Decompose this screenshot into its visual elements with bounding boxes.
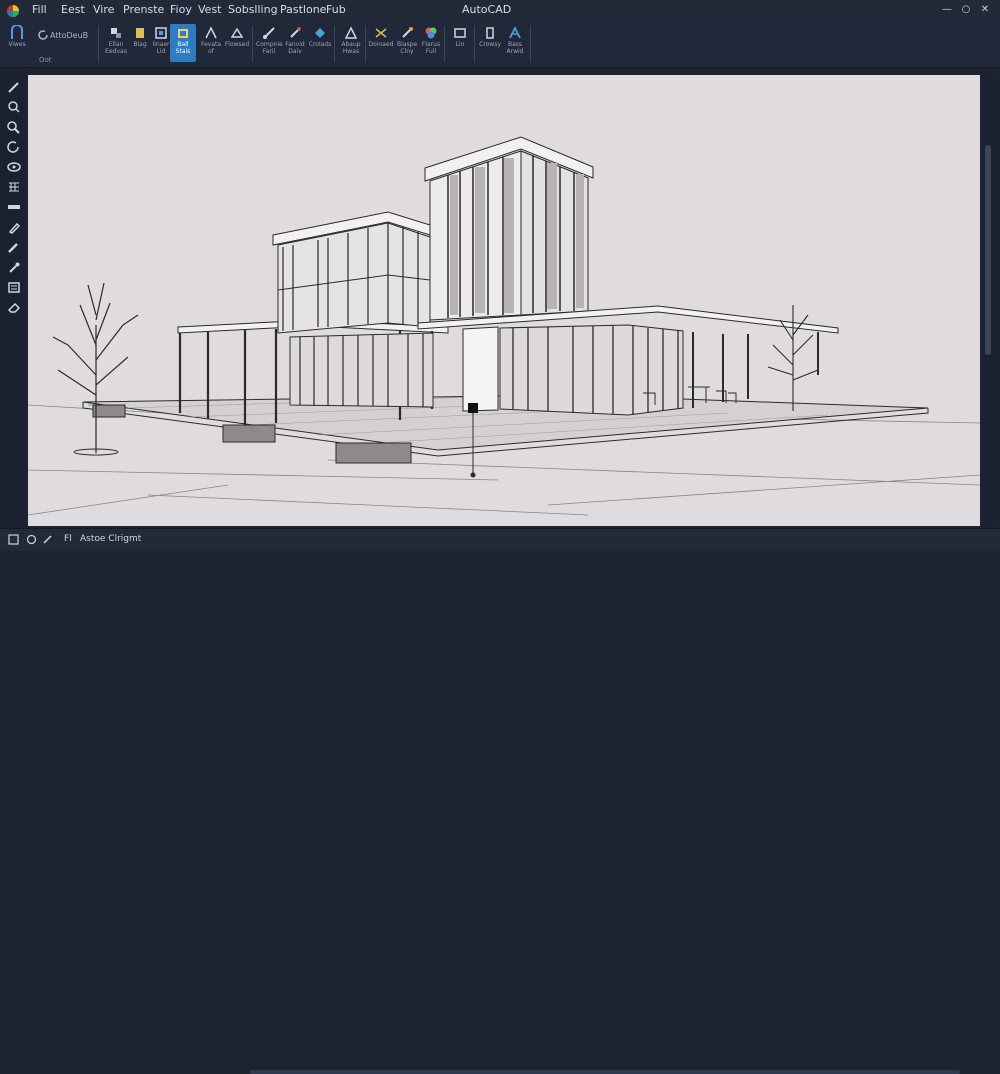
tool-label: Compnie Faril: [256, 41, 283, 55]
ribbon-separator: [474, 26, 475, 62]
menu-item[interactable]: Fioy: [170, 3, 192, 16]
download-icon: [375, 28, 387, 38]
brush-icon[interactable]: [6, 240, 22, 254]
window-title: AutoCAD: [462, 3, 512, 16]
color-fill-icon: [425, 27, 437, 39]
status-label: Astoe Clrigmt: [80, 534, 142, 544]
block-icon: [136, 28, 144, 38]
tool-label: Blaspe Clny: [396, 41, 418, 55]
rotate-icon[interactable]: [6, 140, 22, 154]
ribbon-tool[interactable]: Bass Arwid: [502, 24, 528, 62]
menu-item[interactable]: Sobslling: [228, 3, 278, 16]
eraser-icon[interactable]: [6, 300, 22, 314]
ribbon-separator: [444, 26, 445, 62]
compile-icon: [263, 27, 275, 39]
crossroads-icon: [315, 28, 325, 38]
ribbon-tool[interactable]: Doinaed: [368, 24, 394, 62]
menu-item[interactable]: Pastlone: [280, 3, 326, 16]
menu-bar: Fill Eest Vire Prenste Fioy Vest Sobslli…: [0, 0, 1000, 22]
ribbon-group-label: Oot: [39, 56, 52, 64]
status-bar: Fl Astoe Clrigmt: [0, 528, 1000, 1074]
grid-toggle-icon[interactable]: [8, 534, 19, 545]
close-button[interactable]: ✕: [976, 2, 994, 18]
scrollbar-thumb[interactable]: [985, 145, 991, 355]
tool-label: Fanvid Daiv: [285, 41, 305, 55]
tool-label: Doinaed: [368, 41, 394, 48]
tool-label: Viwes: [8, 41, 26, 48]
shape-icon: [344, 26, 358, 39]
tool-label: Lin: [455, 41, 465, 48]
angle-icon: [205, 26, 217, 39]
menu-item[interactable]: Eest: [61, 3, 85, 16]
ribbon-toolbar: Viwes AttoDeuB Oot Ellan Eedvas Blag Iin…: [0, 22, 1000, 68]
tool-label: Bass Arwid: [506, 41, 524, 55]
building-perspective-drawing: [28, 136, 980, 516]
ribbon-separator: [530, 26, 531, 62]
ortho-icon[interactable]: [42, 534, 53, 545]
restore-button[interactable]: ○: [957, 2, 975, 18]
base-arrow-icon: [509, 25, 521, 39]
views-icon: [11, 25, 23, 39]
ribbon-tool[interactable]: Lin: [447, 24, 473, 62]
ribbon-tool[interactable]: Compnie Faril: [256, 24, 283, 62]
ribbon-tool[interactable]: Flowsed: [224, 24, 250, 62]
menu-item[interactable]: Vire: [93, 3, 114, 16]
horizontal-scrollbar[interactable]: [250, 1070, 960, 1074]
ribbon-tool[interactable]: Flarus Full: [418, 24, 444, 62]
grid-icon[interactable]: [6, 180, 22, 194]
ribbon-separator: [334, 26, 335, 62]
tool-label: Ellan Eedvas: [105, 41, 127, 55]
ribbon-tool[interactable]: Fanvid Daiv: [282, 24, 308, 62]
menu-item[interactable]: Fill: [32, 3, 47, 16]
tool-label: Ball Stais: [175, 41, 191, 55]
orbit-icon[interactable]: [6, 160, 22, 174]
snap-icon[interactable]: [26, 534, 37, 545]
ribbon-tool[interactable]: Crowsy: [477, 24, 503, 62]
tool-label: Fevata of: [200, 41, 222, 55]
crowsy-icon: [486, 27, 494, 39]
ribbon-separator: [98, 26, 99, 62]
tool-label: Crowsy: [479, 41, 501, 48]
left-toolbar: [0, 68, 26, 526]
ribbon-separator: [252, 26, 253, 62]
tool-label: Flarus Full: [421, 41, 441, 55]
brand-label: AttoDeuB: [50, 31, 89, 40]
draw-icon: [111, 28, 121, 38]
drawing-viewport[interactable]: [28, 75, 980, 526]
tool-label: Flowsed: [224, 41, 250, 48]
status-toggle-label[interactable]: Fl: [64, 534, 72, 544]
layers-icon[interactable]: [6, 280, 22, 294]
tool-label: Abaup Hwas: [341, 41, 361, 55]
vertical-scrollbar[interactable]: [982, 75, 994, 526]
lasso-icon[interactable]: [6, 100, 22, 114]
tool-label: Crolads: [308, 41, 332, 48]
ball-stairs-icon: [178, 29, 188, 38]
frame-icon: [454, 28, 466, 38]
ribbon-tool[interactable]: Blaspe Clny: [394, 24, 420, 62]
menu-item[interactable]: Fub: [326, 3, 346, 16]
menu-item[interactable]: Prenste: [123, 3, 164, 16]
minimize-button[interactable]: —: [938, 2, 956, 18]
ribbon-separator: [365, 26, 366, 62]
menu-item[interactable]: Vest: [198, 3, 221, 16]
zoom-icon[interactable]: [6, 120, 22, 134]
ribbon-tool[interactable]: Fevata of: [198, 24, 224, 62]
pen-icon[interactable]: [6, 220, 22, 234]
eyedropper-icon[interactable]: [6, 260, 22, 274]
ribbon-tool[interactable]: Ellan Eedvas: [103, 24, 129, 62]
views-tool-button[interactable]: Viwes: [4, 24, 30, 62]
insert-icon: [155, 27, 167, 39]
app-logo-icon[interactable]: [6, 4, 20, 18]
ribbon-tool[interactable]: Crolads: [307, 24, 333, 62]
brush-icon: [402, 27, 413, 38]
pen-icon: [290, 27, 301, 38]
flow-icon: [230, 27, 244, 38]
ribbon-tool[interactable]: Abaup Hwas: [338, 24, 364, 62]
ribbon-tool-active[interactable]: Ball Stais: [170, 24, 196, 62]
refresh-icon[interactable]: [37, 29, 49, 41]
pencil-icon[interactable]: [6, 80, 22, 94]
line-icon[interactable]: [6, 200, 22, 214]
